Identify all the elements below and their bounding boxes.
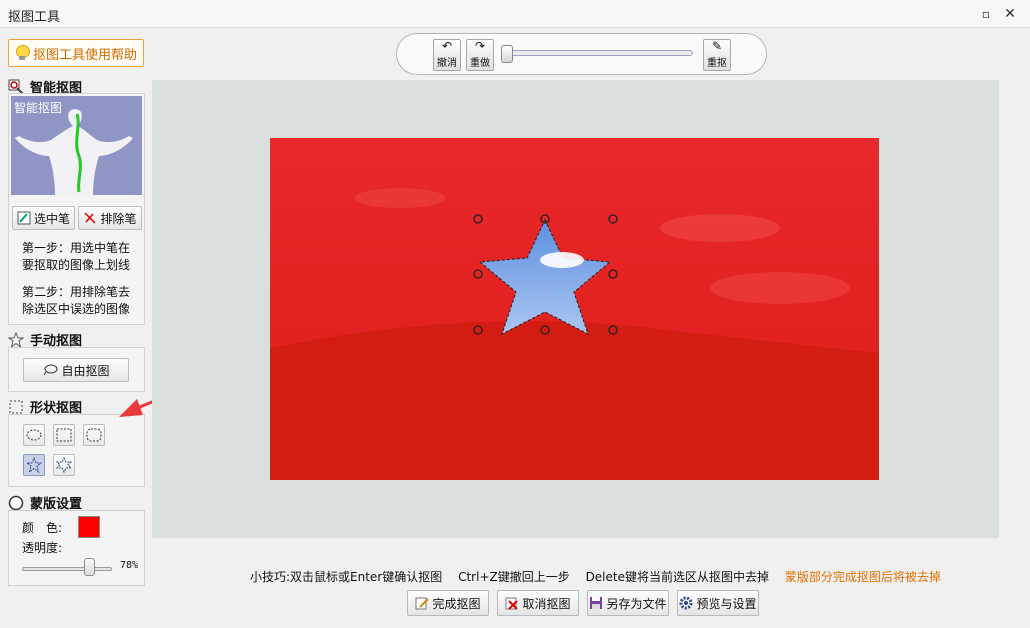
- select-pen-label: 选中笔: [33, 211, 70, 226]
- mask-settings-panel: 颜 色: 透明度: 78%: [8, 510, 145, 586]
- rounded-rect-icon: [86, 428, 102, 442]
- title-bar: 抠图工具 ▫ ✕: [0, 0, 1030, 28]
- cancel-cutout-label: 取消抠图: [522, 596, 571, 611]
- maximize-button[interactable]: ▫: [976, 4, 996, 24]
- mask-color-label: 颜 色:: [22, 521, 63, 535]
- tip-delete: Delete键将当前选区从抠图中去掉: [585, 570, 769, 584]
- ellipse-icon: [26, 429, 42, 441]
- preview-settings-label: 预览与设置: [696, 596, 757, 611]
- edit-icon: [415, 597, 430, 610]
- lasso-icon: [44, 364, 58, 376]
- undo-label: 撤消: [437, 58, 457, 69]
- redo-button[interactable]: ↷ 重做: [466, 39, 494, 71]
- save-as-file-label: 另存为文件: [606, 596, 667, 611]
- erase-pen-label: 排除笔: [100, 211, 137, 226]
- preview-label: 智能抠图: [14, 101, 63, 115]
- ellipse-shape-button[interactable]: [23, 424, 45, 446]
- save-as-file-button[interactable]: 另存为文件: [587, 590, 669, 616]
- top-toolbar: ↶ 撤消 ↷ 重做 ✎ 重抠: [396, 33, 767, 75]
- mask-color-swatch[interactable]: [78, 516, 100, 538]
- help-button[interactable]: 抠图工具使用帮助: [8, 39, 144, 67]
- tip-enter: 小技巧:双击鼠标或Enter键确认抠图: [250, 570, 443, 584]
- rounded-rect-shape-button[interactable]: [83, 424, 105, 446]
- rectangle-shape-button[interactable]: [53, 424, 75, 446]
- star-icon: [26, 457, 42, 473]
- pen-nib-icon: ✎: [711, 39, 723, 53]
- retake-button[interactable]: ✎ 重抠: [703, 39, 731, 71]
- help-button-label: 抠图工具使用帮助: [32, 47, 137, 63]
- undo-icon: ↶: [441, 39, 453, 53]
- smart-cutout-panel: 智能抠图 选中笔 排除笔 第一步：用选中笔在要抠取的图像上划线 第二步：用排除笔…: [8, 93, 145, 325]
- gear-icon: [679, 596, 693, 610]
- dashed-rect-icon: [9, 400, 23, 413]
- free-cutout-label: 自由抠图: [61, 363, 110, 378]
- erase-pen-button[interactable]: 排除笔: [78, 206, 142, 230]
- undo-button[interactable]: ↶ 撤消: [433, 39, 461, 71]
- opacity-value: 78%: [120, 560, 139, 571]
- redo-label: 重做: [470, 58, 490, 69]
- hexagram-icon: [56, 457, 72, 473]
- save-icon: [590, 597, 603, 609]
- free-cutout-button[interactable]: 自由抠图: [23, 358, 129, 382]
- tip-mask-warning: 蒙版部分完成抠图后将被去掉: [784, 570, 941, 584]
- finish-cutout-label: 完成抠图: [432, 596, 481, 611]
- zoom-slider-thumb[interactable]: [501, 45, 513, 63]
- cancel-icon: [505, 597, 519, 610]
- opacity-slider-thumb[interactable]: [84, 558, 95, 576]
- cancel-cutout-button[interactable]: 取消抠图: [497, 590, 579, 616]
- circle-icon: [8, 495, 24, 510]
- select-pen-button[interactable]: 选中笔: [12, 206, 75, 230]
- eraser-pen-icon: [84, 212, 97, 224]
- redo-icon: ↷: [474, 39, 486, 53]
- hexagram-shape-button[interactable]: [53, 454, 75, 476]
- star-shape-button[interactable]: [23, 454, 45, 476]
- preview-settings-button[interactable]: 预览与设置: [677, 590, 759, 616]
- finish-cutout-button[interactable]: 完成抠图: [407, 590, 489, 616]
- pen-icon: [17, 211, 31, 225]
- close-button[interactable]: ✕: [1000, 4, 1020, 24]
- bulb-icon: [15, 45, 30, 61]
- tip-ctrlz: Ctrl+Z键撤回上一步: [458, 570, 570, 584]
- window-title: 抠图工具: [8, 10, 61, 25]
- smart-cutout-preview: 智能抠图: [11, 96, 142, 195]
- rectangle-icon: [56, 428, 72, 442]
- opacity-label: 透明度:: [22, 541, 63, 555]
- star-outline-icon: [8, 331, 24, 348]
- retake-label: 重抠: [707, 58, 727, 69]
- step-two-text: 第二步：用排除笔去除选区中误选的图像: [22, 285, 131, 316]
- step-one-text: 第一步：用选中笔在要抠取的图像上划线: [22, 241, 131, 272]
- tips-bar: 小技巧:双击鼠标或Enter键确认抠图 Ctrl+Z键撤回上一步 Delete键…: [250, 568, 953, 585]
- opacity-slider-track[interactable]: [22, 567, 112, 571]
- image-canvas[interactable]: [270, 138, 879, 480]
- zoom-slider-track[interactable]: [503, 50, 693, 56]
